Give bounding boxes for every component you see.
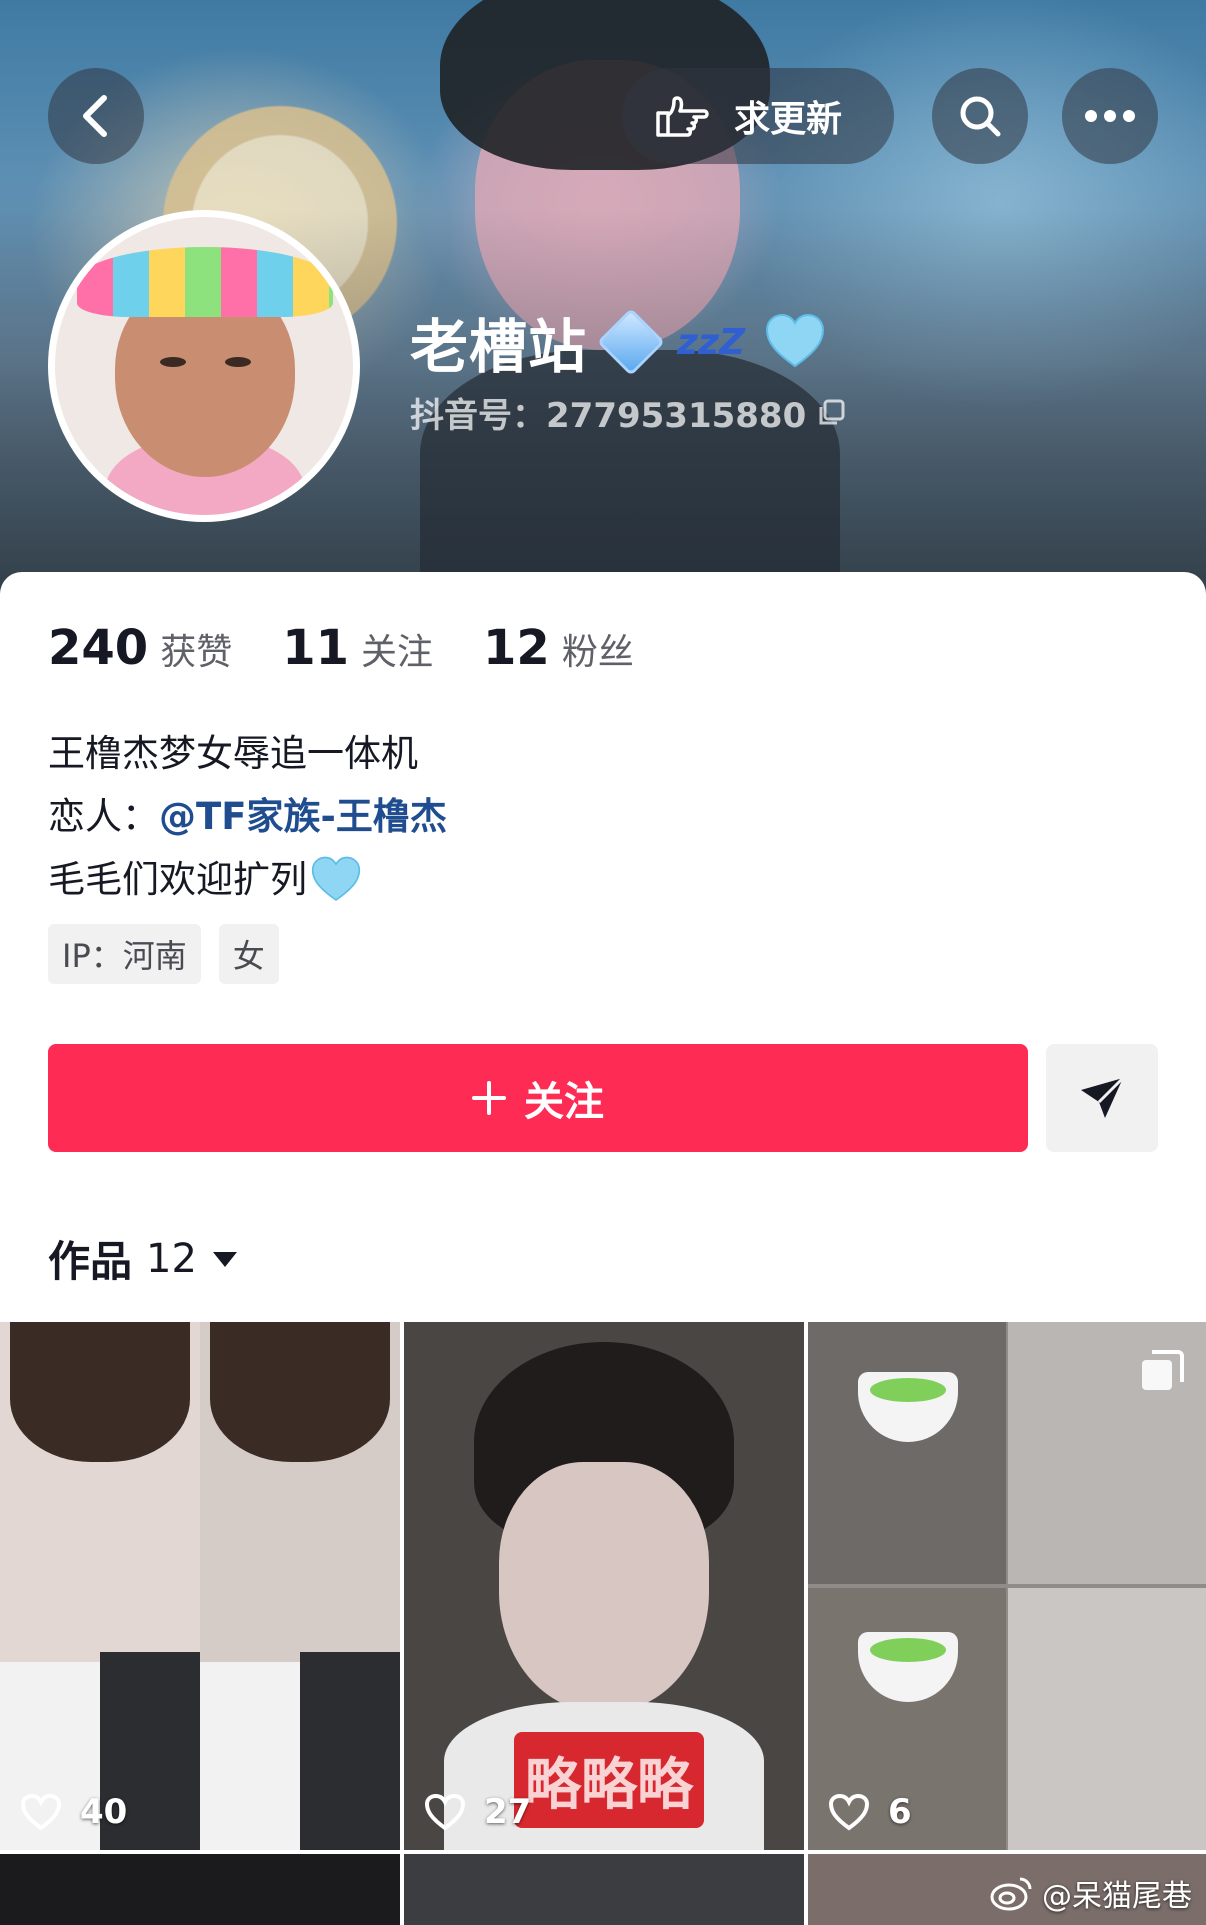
video-caption: 略略略 (514, 1732, 704, 1828)
bio: 王橹杰梦女辱追一体机 恋人： @TF家族-王橹杰 毛毛们欢迎扩列 (48, 722, 447, 911)
sleep-zzz-icon: zzZ (677, 321, 746, 363)
back-button[interactable] (48, 68, 144, 164)
request-update-label: 求更新 (734, 99, 843, 140)
search-icon (960, 96, 1001, 137)
avatar-headband (77, 247, 333, 317)
stat-likes[interactable]: 240 获赞 (48, 620, 232, 676)
video-thumbnail[interactable] (404, 1854, 804, 1925)
diamond-badge-icon (597, 308, 665, 376)
works-tab[interactable]: 作品 12 (48, 1228, 239, 1289)
request-update-button[interactable]: 求更新 (622, 68, 894, 164)
profile-tags: IP：河南 女 (48, 924, 279, 984)
profile-name: 老槽站 (410, 313, 588, 381)
caret-down-icon (212, 1251, 237, 1267)
multi-image-icon (1142, 1350, 1184, 1390)
bio-mention-link[interactable]: @TF家族-王橹杰 (159, 785, 447, 848)
stats-row: 240 获赞 11 关注 12 粉丝 (48, 620, 634, 676)
likes-count: 6 (828, 1792, 912, 1832)
more-dots-icon (1085, 110, 1135, 122)
image-post-thumbnail[interactable]: 6 (808, 1322, 1206, 1850)
heart-outline-icon (20, 1793, 62, 1831)
follow-label: 关注 (524, 1079, 604, 1125)
profile-name-row: 老槽站 zzZ (410, 300, 825, 384)
likes-count: 27 (424, 1792, 531, 1832)
works-count: 12 (146, 1235, 197, 1282)
blue-heart-icon (766, 313, 825, 368)
heart-outline-icon (828, 1793, 870, 1831)
copy-icon[interactable] (816, 398, 846, 428)
chevron-left-icon (83, 95, 107, 137)
avatar[interactable] (48, 210, 360, 522)
more-options-button[interactable] (1062, 68, 1158, 164)
bio-line-1: 王橹杰梦女辱追一体机 (48, 732, 418, 775)
tag-gender: 女 (218, 924, 279, 984)
bio-line-3: 毛毛们欢迎扩列 (48, 848, 447, 911)
send-message-button[interactable] (1046, 1044, 1158, 1152)
pointing-hand-icon (656, 96, 709, 137)
video-thumbnail[interactable]: 略略略 27 (404, 1322, 804, 1850)
watermark: @呆猫尾巷 (990, 1871, 1192, 1915)
heart-outline-icon (424, 1793, 466, 1831)
video-thumbnail[interactable] (0, 1854, 400, 1925)
weibo-logo-icon (990, 1877, 1032, 1911)
plus-icon (472, 1081, 506, 1115)
tag-ip: IP：河南 (48, 924, 201, 984)
stat-followers[interactable]: 12 粉丝 (483, 620, 634, 676)
bio-line-2: 恋人： @TF家族-王橹杰 (48, 785, 447, 848)
stat-following[interactable]: 11 关注 (282, 620, 433, 676)
bio-lover-prefix: 恋人： (48, 795, 159, 838)
douyin-id[interactable]: 抖音号：27795315880 (410, 388, 846, 437)
bio-line-3-text: 毛毛们欢迎扩列 (48, 858, 307, 901)
search-button[interactable] (932, 68, 1028, 164)
top-bar: 求更新 (0, 68, 1206, 164)
blue-heart-icon (311, 856, 361, 901)
video-thumbnail[interactable]: 40 (0, 1322, 400, 1850)
likes-count: 40 (20, 1792, 127, 1832)
douyin-id-text: 抖音号：27795315880 (410, 396, 807, 436)
works-grid: 40 略略略 27 6 @呆猫尾巷 (0, 1322, 1206, 1925)
works-label: 作品 (48, 1237, 133, 1286)
follow-button[interactable]: 关注 (48, 1044, 1028, 1152)
send-arrow-icon (1081, 1076, 1125, 1118)
